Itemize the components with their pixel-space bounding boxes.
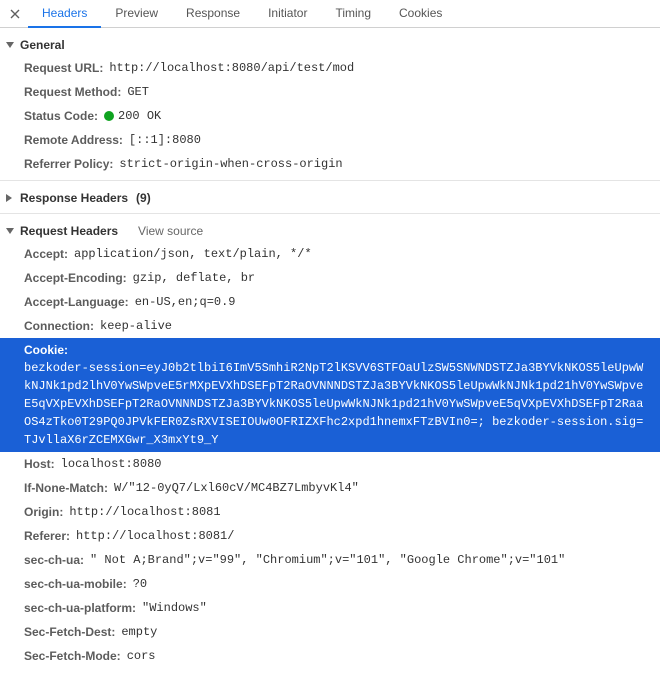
kv-key: sec-ch-ua-platform: [24,599,136,617]
kv-key: Origin: [24,503,63,521]
divider [0,213,660,214]
section-title: General [20,38,65,52]
section-general[interactable]: General [0,32,660,56]
kv-key: Accept-Encoding: [24,269,127,287]
tab-response[interactable]: Response [172,0,254,28]
header-count: (9) [136,191,151,205]
section-title: Response Headers [20,191,128,205]
tab-initiator[interactable]: Initiator [254,0,321,28]
status-text: 200 OK [118,109,161,123]
kv-value: 200 OK [104,107,161,125]
section-request-headers[interactable]: Request Headers View source [0,218,660,242]
kv-value: bezkoder-session=eyJ0b2tlbiI6ImV5SmhiR2N… [24,359,650,449]
kv-value: " Not A;Brand";v="99", "Chromium";v="101… [90,551,565,569]
kv-value: http://localhost:8080/api/test/mod [109,59,354,77]
request-header-row: Sec-Fetch-Mode: cors [0,644,660,668]
kv-value: GET [127,83,149,101]
tab-cookies[interactable]: Cookies [385,0,456,28]
kv-key: Referer: [24,527,70,545]
close-icon[interactable] [4,3,26,25]
kv-key: sec-ch-ua: [24,551,84,569]
kv-key: Request Method: [24,83,121,101]
chevron-right-icon [6,194,12,202]
kv-key: Connection: [24,317,94,335]
headers-panel: General Request URL: http://localhost:80… [0,28,660,678]
kv-value: cors [127,647,156,665]
kv-key: Sec-Fetch-Dest: [24,623,115,641]
kv-value: strict-origin-when-cross-origin [119,155,342,173]
kv-value: ?0 [133,575,147,593]
kv-value: keep-alive [100,317,172,335]
request-header-row: Origin: http://localhost:8081 [0,500,660,524]
kv-key: If-None-Match: [24,479,108,497]
kv-key: Remote Address: [24,131,123,149]
kv-value: empty [121,623,157,641]
kv-key: Cookie: [24,341,68,359]
request-header-row: sec-ch-ua-mobile: ?0 [0,572,660,596]
divider [0,180,660,181]
kv-key: Accept: [24,245,68,263]
general-row: Referrer Policy: strict-origin-when-cros… [0,152,660,176]
section-title: Request Headers [20,224,118,238]
request-header-row: Accept: application/json, text/plain, */* [0,242,660,266]
general-row: Request URL: http://localhost:8080/api/t… [0,56,660,80]
section-response-headers[interactable]: Response Headers (9) [0,185,660,209]
kv-value: localhost:8080 [61,455,162,473]
view-source-link[interactable]: View source [138,224,203,238]
kv-key: Referrer Policy: [24,155,113,173]
tab-headers[interactable]: Headers [28,0,101,28]
request-header-row: Sec-Fetch-Dest: empty [0,620,660,644]
status-dot-icon [104,111,114,121]
chevron-down-icon [6,228,14,234]
request-header-row: sec-ch-ua-platform: "Windows" [0,596,660,620]
kv-key: Accept-Language: [24,293,129,311]
request-header-row: Connection: keep-alive [0,314,660,338]
kv-value: http://localhost:8081 [69,503,220,521]
kv-key: Request URL: [24,59,103,77]
request-header-row: sec-ch-ua: " Not A;Brand";v="99", "Chromi… [0,548,660,572]
request-header-row: Host: localhost:8080 [0,452,660,476]
kv-value: "Windows" [142,599,207,617]
request-header-row: If-None-Match: W/"12-0yQ7/Lxl60cV/MC4BZ7L… [0,476,660,500]
kv-value: application/json, text/plain, */* [74,245,312,263]
kv-key: Sec-Fetch-Mode: [24,647,121,665]
request-header-row: Referer: http://localhost:8081/ [0,524,660,548]
devtools-tabbar: Headers Preview Response Initiator Timin… [0,0,660,28]
kv-value: gzip, deflate, br [133,269,255,287]
kv-value: [::1]:8080 [129,131,201,149]
kv-value: http://localhost:8081/ [76,527,234,545]
general-row: Request Method: GET [0,80,660,104]
chevron-down-icon [6,42,14,48]
kv-key: Host: [24,455,55,473]
tab-timing[interactable]: Timing [321,0,385,28]
general-row: Status Code: 200 OK [0,104,660,128]
kv-value: W/"12-0yQ7/Lxl60cV/MC4BZ7LmbyvKl4" [114,479,359,497]
request-header-row: Cookie:bezkoder-session=eyJ0b2tlbiI6ImV5… [0,338,660,452]
general-row: Remote Address: [::1]:8080 [0,128,660,152]
kv-key: sec-ch-ua-mobile: [24,575,127,593]
tab-preview[interactable]: Preview [101,0,172,28]
kv-value: en-US,en;q=0.9 [135,293,236,311]
kv-key: Status Code: [24,107,98,125]
request-header-row: Accept-Language: en-US,en;q=0.9 [0,290,660,314]
request-header-row: Accept-Encoding: gzip, deflate, br [0,266,660,290]
